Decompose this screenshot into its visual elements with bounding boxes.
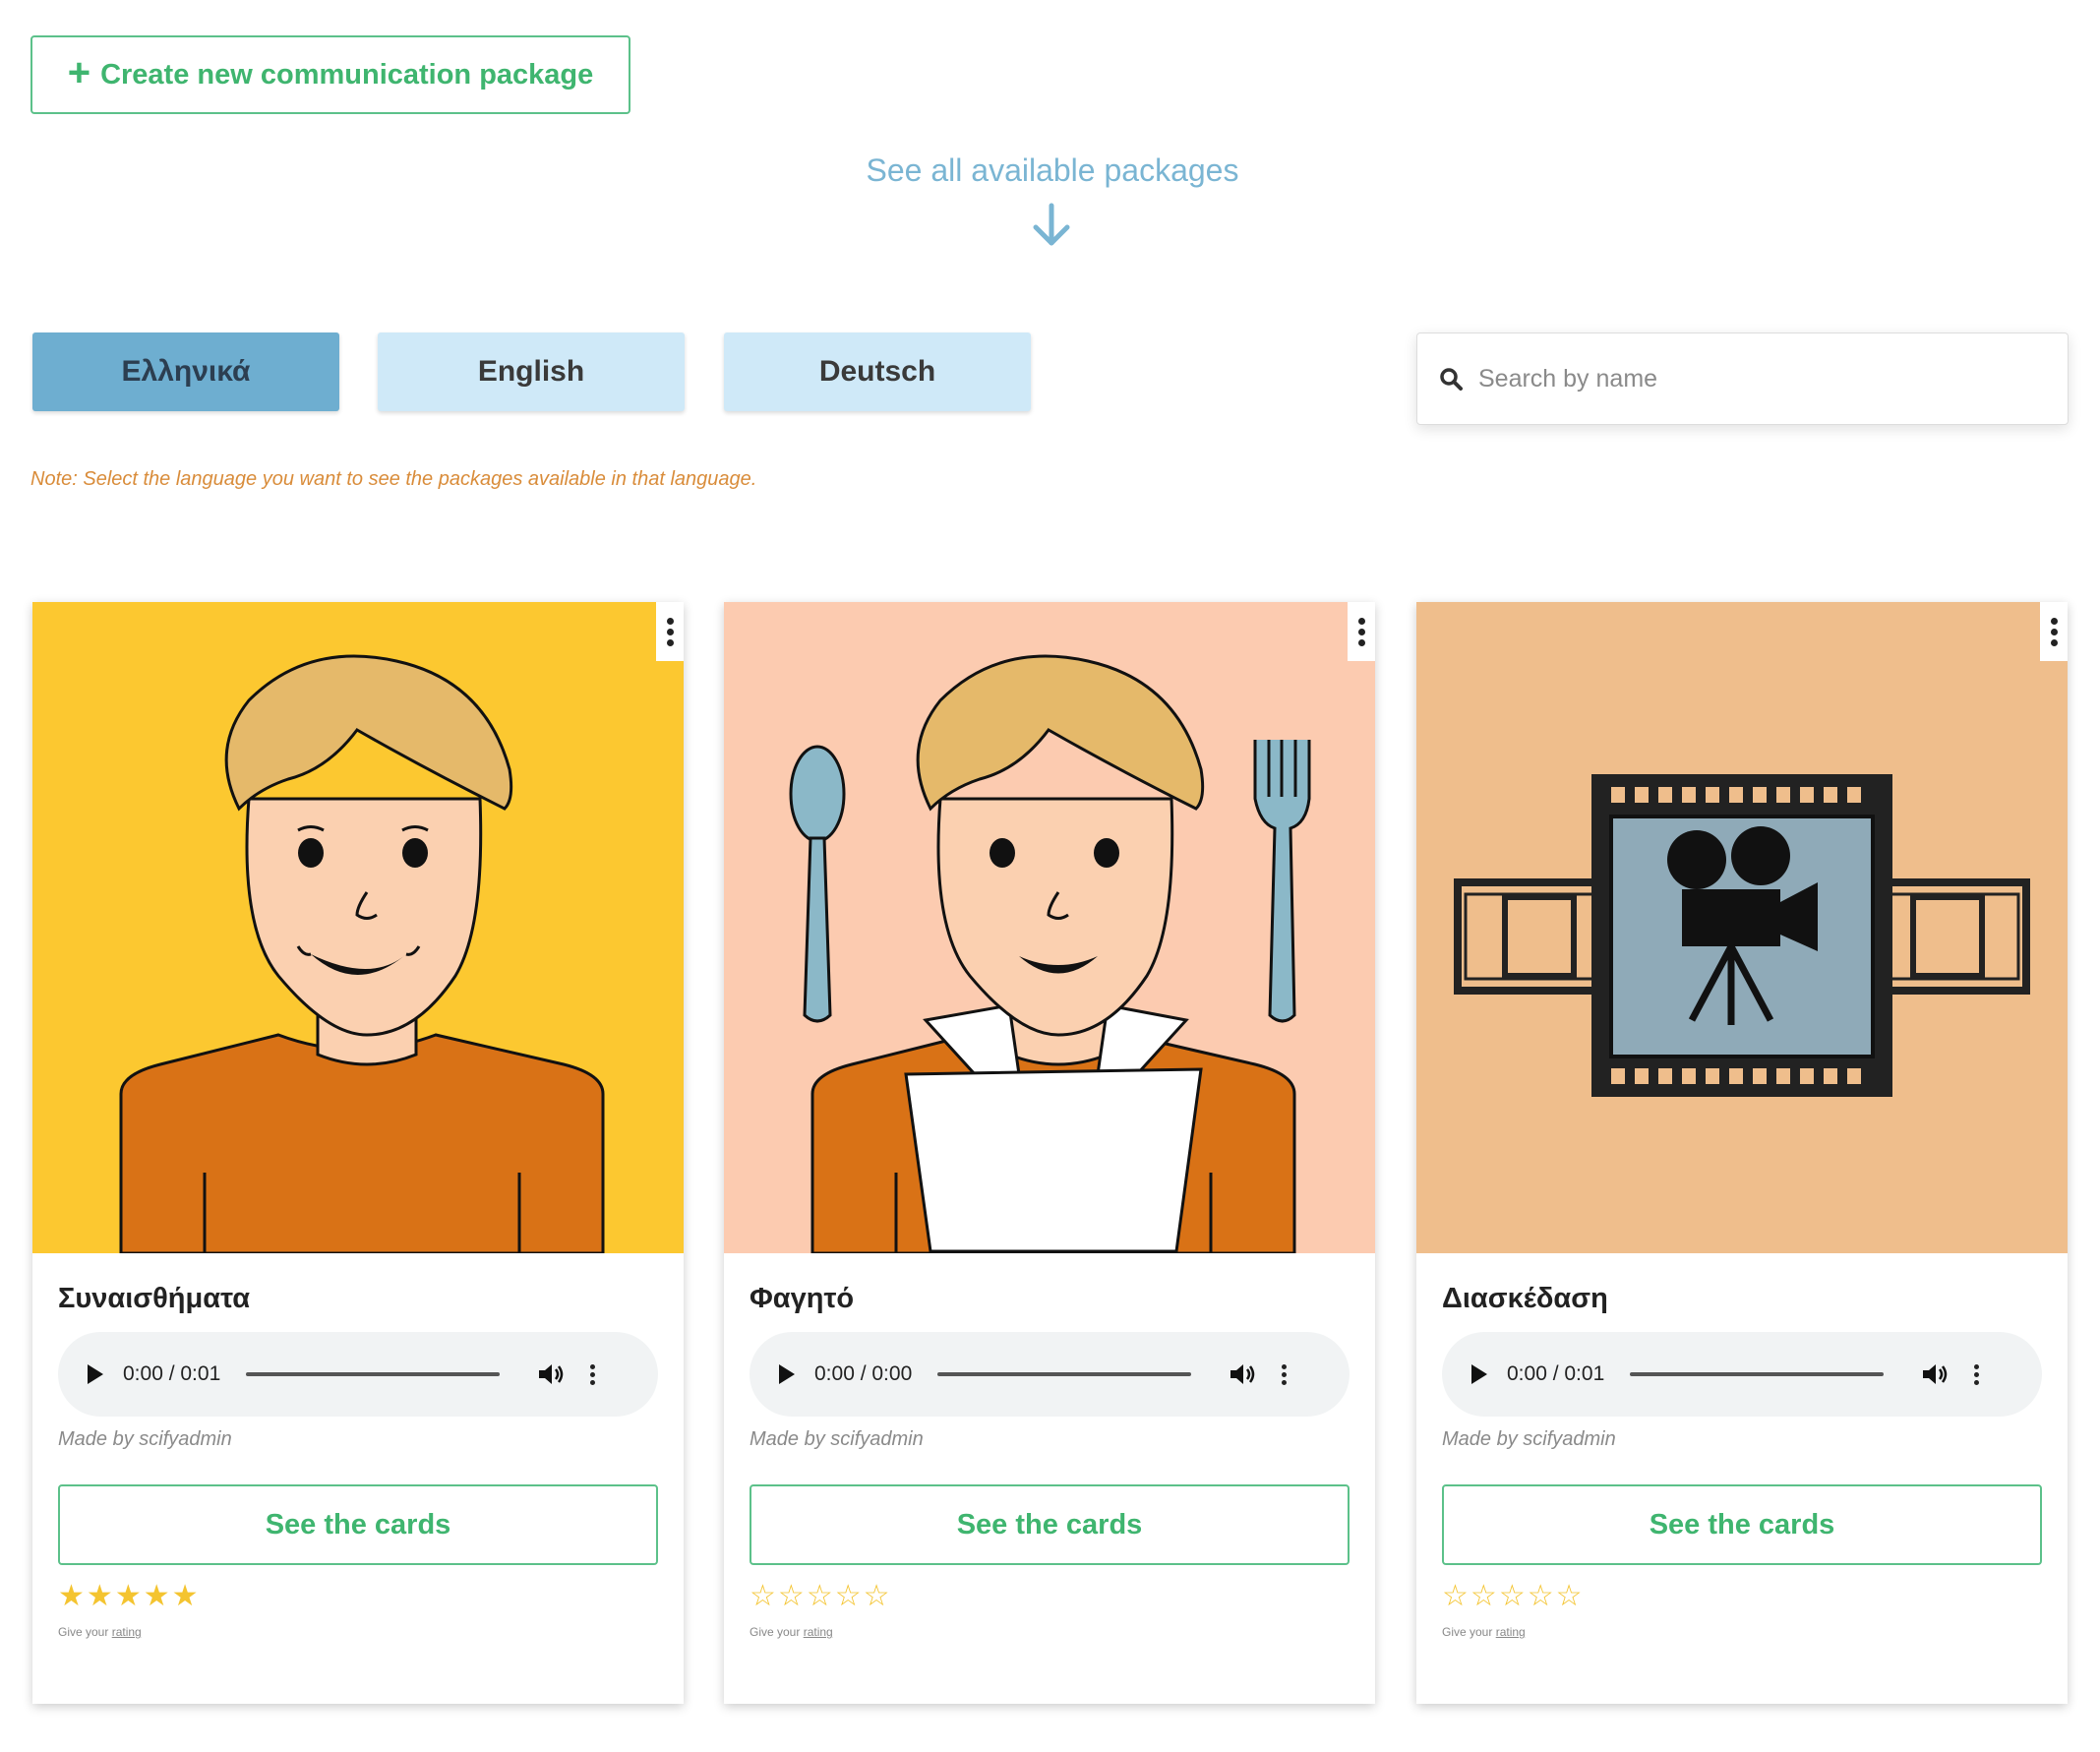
audio-player: 0:00 / 0:01 <box>58 1332 658 1417</box>
star-icon[interactable]: ★ <box>172 1582 199 1611</box>
see-cards-button[interactable]: See the cards <box>1442 1484 2042 1565</box>
star-outline-icon[interactable]: ☆ <box>750 1582 776 1611</box>
see-all-packages-link[interactable]: See all available packages <box>767 152 1338 189</box>
package-image[interactable] <box>32 602 684 1253</box>
rating-link[interactable]: rating <box>804 1625 833 1639</box>
audio-more-icon[interactable] <box>1974 1363 1980 1385</box>
volume-icon[interactable] <box>1229 1362 1256 1386</box>
star-icon[interactable]: ★ <box>87 1582 113 1611</box>
star-outline-icon[interactable]: ☆ <box>864 1582 890 1611</box>
audio-more-icon[interactable] <box>1282 1363 1288 1385</box>
audio-player: 0:00 / 0:00 <box>750 1332 1350 1417</box>
card-menu-button[interactable] <box>656 602 684 661</box>
audio-player: 0:00 / 0:01 <box>1442 1332 2042 1417</box>
rating-note-text: Give your <box>750 1625 801 1639</box>
audio-more-icon[interactable] <box>590 1363 596 1385</box>
card-menu-button[interactable] <box>2040 602 2068 661</box>
package-image[interactable] <box>724 602 1375 1253</box>
star-outline-icon[interactable]: ☆ <box>807 1582 833 1611</box>
audio-time: 0:00 / 0:01 <box>1507 1362 1605 1385</box>
audio-progress-bar[interactable] <box>1630 1372 1885 1376</box>
star-outline-icon[interactable]: ☆ <box>835 1582 862 1611</box>
see-cards-button[interactable]: See the cards <box>750 1484 1350 1565</box>
search-input[interactable] <box>1476 363 2031 394</box>
card-menu-button[interactable] <box>1348 602 1375 661</box>
play-icon[interactable] <box>1471 1364 1487 1384</box>
language-button-german[interactable]: Deutsch <box>724 332 1031 411</box>
package-card: Φαγητό 0:00 / 0:00 Made by scifyadmin Se… <box>724 602 1375 1704</box>
star-outline-icon[interactable]: ☆ <box>778 1582 805 1611</box>
star-outline-icon[interactable]: ☆ <box>1499 1582 1526 1611</box>
volume-icon[interactable] <box>537 1362 565 1386</box>
rating-note: Give your rating <box>1442 1625 1526 1639</box>
rating-note: Give your rating <box>750 1625 833 1639</box>
star-icon[interactable]: ★ <box>115 1582 142 1611</box>
star-outline-icon[interactable]: ☆ <box>1528 1582 1554 1611</box>
create-package-label: Create new communication package <box>100 58 594 91</box>
star-outline-icon[interactable]: ☆ <box>1556 1582 1583 1611</box>
rating-link[interactable]: rating <box>112 1625 142 1639</box>
film-reel-camera-illustration <box>1416 602 2068 1253</box>
rating-stars: ★ ★ ★ ★ ★ <box>58 1582 199 1611</box>
rating-note-text: Give your <box>58 1625 109 1639</box>
made-by: Made by scifyadmin <box>750 1428 924 1450</box>
audio-progress-bar[interactable] <box>937 1372 1192 1376</box>
create-package-button[interactable]: + Create new communication package <box>30 35 630 114</box>
search-box <box>1416 332 2069 425</box>
package-image[interactable] <box>1416 602 2068 1253</box>
package-card: Συναισθήματα 0:00 / 0:01 Made by scifyad… <box>32 602 684 1704</box>
arrow-down-icon[interactable] <box>1028 202 1075 249</box>
made-by: Made by scifyadmin <box>58 1428 232 1450</box>
rating-stars: ☆ ☆ ☆ ☆ ☆ <box>1442 1582 1583 1611</box>
search-icon <box>1440 368 1463 391</box>
volume-icon[interactable] <box>1921 1362 1949 1386</box>
rating-stars: ☆ ☆ ☆ ☆ ☆ <box>750 1582 890 1611</box>
rating-note: Give your rating <box>58 1625 142 1639</box>
boy-with-napkin-spoon-fork-illustration <box>724 602 1375 1253</box>
package-title: Συναισθήματα <box>58 1283 251 1314</box>
plus-icon: + <box>67 51 91 94</box>
play-icon[interactable] <box>88 1364 103 1384</box>
star-outline-icon[interactable]: ☆ <box>1442 1582 1469 1611</box>
rating-link[interactable]: rating <box>1496 1625 1526 1639</box>
star-icon[interactable]: ★ <box>58 1582 85 1611</box>
language-button-english[interactable]: English <box>378 332 685 411</box>
rating-note-text: Give your <box>1442 1625 1493 1639</box>
made-by: Made by scifyadmin <box>1442 1428 1616 1450</box>
package-card: Διασκέδαση 0:00 / 0:01 Made by scifyadmi… <box>1416 602 2068 1704</box>
star-outline-icon[interactable]: ☆ <box>1470 1582 1497 1611</box>
audio-time: 0:00 / 0:00 <box>814 1362 913 1385</box>
language-button-greek[interactable]: Ελληνικά <box>32 332 339 411</box>
package-title: Διασκέδαση <box>1442 1283 1608 1314</box>
package-title: Φαγητό <box>750 1283 855 1314</box>
audio-time: 0:00 / 0:01 <box>123 1362 221 1385</box>
star-icon[interactable]: ★ <box>144 1582 170 1611</box>
smiling-boy-illustration <box>32 602 684 1253</box>
audio-progress-bar[interactable] <box>246 1372 501 1376</box>
play-icon[interactable] <box>779 1364 795 1384</box>
see-cards-button[interactable]: See the cards <box>58 1484 658 1565</box>
language-note: Note: Select the language you want to se… <box>30 468 757 490</box>
